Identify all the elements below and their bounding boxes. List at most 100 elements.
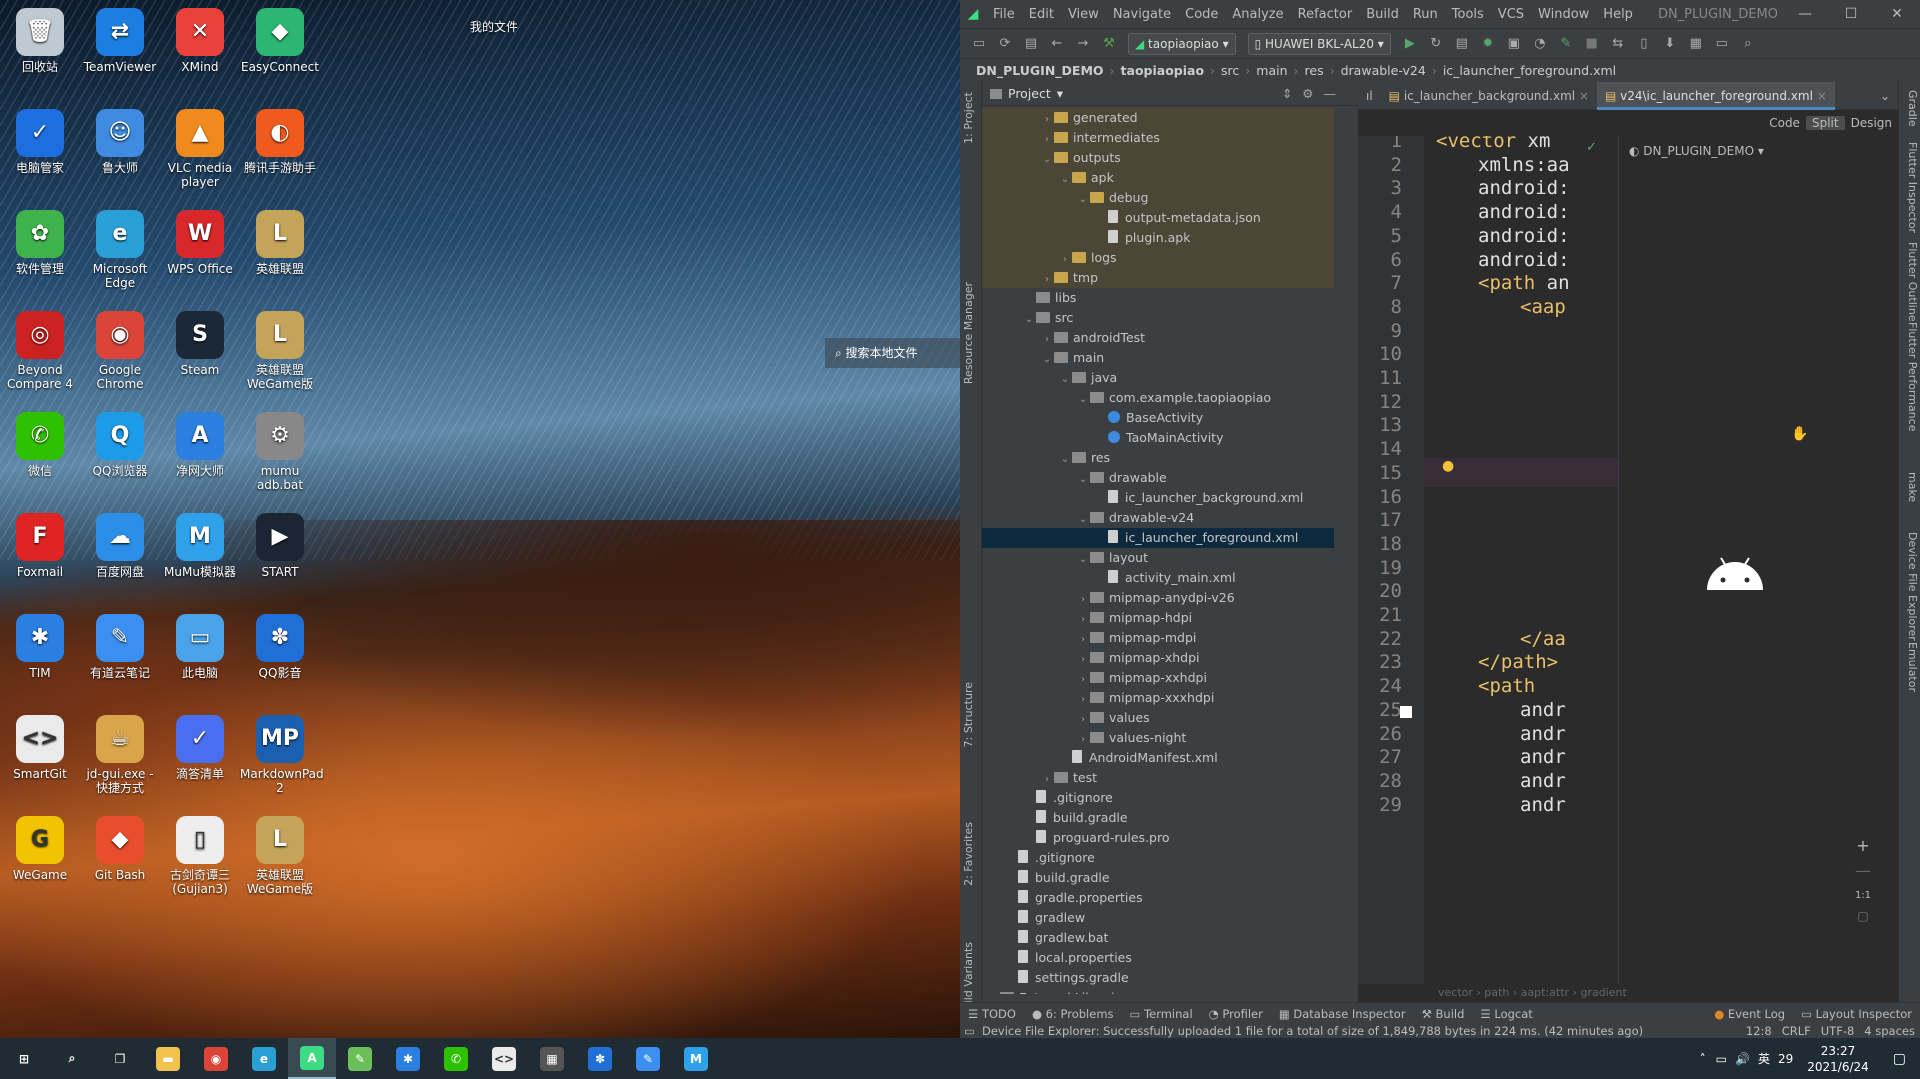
tree-node[interactable]: ⌄ debug — [982, 188, 1334, 208]
mode-code[interactable]: Code — [1763, 116, 1806, 130]
desktop-icon[interactable]: ▯ 古剑奇谭三(Gujian3) — [160, 816, 240, 896]
chevron-right-icon[interactable]: › — [1076, 690, 1090, 710]
breadcrumb-item[interactable]: drawable-v24 — [1337, 63, 1430, 78]
taskbar-start-button[interactable]: ⊞ — [0, 1038, 48, 1079]
forward-icon[interactable]: → — [1072, 33, 1094, 55]
preview-config-select[interactable]: ◐ DN_PLUGIN_DEMO ▾ — [1629, 144, 1764, 158]
tool-window-button[interactable]: ▭ Terminal — [1122, 1007, 1201, 1021]
menu-item[interactable]: Refactor — [1291, 7, 1360, 22]
maximize-button[interactable]: ☐ — [1828, 0, 1874, 28]
tree-node[interactable]: ⌄ layout — [982, 548, 1334, 568]
clock[interactable]: 23:27 2021/6/24 — [1797, 1043, 1879, 1075]
panel-options-icons[interactable]: ⇕⚙— — [1282, 86, 1346, 101]
desktop-icon[interactable]: ✽ QQ影音 — [240, 614, 320, 680]
search-everywhere-icon[interactable]: ⌕ — [1737, 33, 1759, 55]
tree-node[interactable]: ic_launcher_background.xml — [982, 488, 1334, 508]
tree-node[interactable]: › mipmap-xhdpi — [982, 648, 1334, 668]
breadcrumb-item[interactable]: taopiaopiao — [1117, 63, 1209, 78]
chevron-down-icon[interactable]: ▾ — [1057, 86, 1063, 101]
chevron-down-icon[interactable]: ⌄ — [1058, 450, 1072, 470]
taskbar-ide-button[interactable]: A — [288, 1038, 336, 1079]
tool-window-tab[interactable]: Flutter Outline — [1901, 242, 1919, 322]
tree-node[interactable]: › mipmap-xxxhdpi — [982, 688, 1334, 708]
menu-item[interactable]: File — [986, 7, 1022, 22]
tree-node[interactable]: › test — [982, 768, 1334, 788]
sync-icon[interactable]: ⟳ — [994, 33, 1016, 55]
tree-node[interactable]: AndroidManifest.xml — [982, 748, 1334, 768]
tool-window-tab[interactable]: Emulator — [1901, 642, 1919, 692]
chevron-down-icon[interactable]: ⌄ — [1076, 510, 1090, 530]
close-icon[interactable]: × — [1813, 89, 1827, 103]
zoom-out-button[interactable]: — — [1849, 861, 1877, 880]
chevron-right-icon[interactable]: › — [1076, 630, 1090, 650]
tool-window-tab[interactable]: Gradle — [1901, 90, 1919, 127]
close-button[interactable]: ✕ — [1874, 0, 1920, 28]
zoom-actual-size-button[interactable]: 1:1 — [1849, 890, 1877, 901]
status-indicator[interactable]: UTF-8 — [1816, 1024, 1860, 1038]
desktop-icon[interactable]: ✕ XMind — [160, 8, 240, 74]
desktop-icon[interactable]: ✎ 有道云笔记 — [80, 614, 160, 680]
desktop-icon[interactable]: Q QQ浏览器 — [80, 412, 160, 478]
status-message[interactable]: Device File Explorer: Successfully uploa… — [960, 1024, 1741, 1038]
chevron-down-icon[interactable]: ⌄ — [1076, 550, 1090, 570]
apply-code-icon[interactable]: ▤ — [1451, 33, 1473, 55]
taskbar-search-button[interactable]: ⌕ — [48, 1038, 96, 1079]
sdk-manager-icon[interactable]: ⬇ — [1659, 33, 1681, 55]
desktop-icon[interactable]: ▲ VLC media player — [160, 109, 240, 189]
desktop-icon[interactable]: ⇄ TeamViewer — [80, 8, 160, 74]
desktop-icon[interactable]: ☺ 鲁大师 — [80, 109, 160, 175]
tree-node[interactable]: gradlew — [982, 908, 1334, 928]
zoom-in-button[interactable]: + — [1849, 836, 1877, 855]
menu-item[interactable]: Window — [1531, 7, 1596, 22]
status-indicator[interactable]: 4 spaces — [1859, 1024, 1920, 1038]
editor-breadcrumb[interactable]: vector › path › aapt:attr › gradient — [1358, 984, 1898, 1002]
tree-node[interactable]: ⌄ src — [982, 308, 1334, 328]
back-icon[interactable]: ← — [1046, 33, 1068, 55]
tree-node[interactable]: libs — [982, 288, 1334, 308]
apply-changes-icon[interactable]: ↻ — [1425, 33, 1447, 55]
menu-item[interactable]: Run — [1406, 7, 1445, 22]
tree-node[interactable]: ic_launcher_foreground.xml — [982, 528, 1334, 548]
breadcrumb-item[interactable]: main — [1252, 63, 1291, 78]
desktop-icon[interactable]: G WeGame — [0, 816, 80, 882]
breadcrumb-item[interactable]: res — [1301, 63, 1328, 78]
desktop-icon[interactable]: ✱ TIM — [0, 614, 80, 680]
taskbar-tim-button[interactable]: ✱ — [384, 1038, 432, 1079]
menu-item[interactable]: Help — [1596, 7, 1640, 22]
taskbar-calculator-button[interactable]: ▦ — [528, 1038, 576, 1079]
tree-node[interactable]: › androidTest — [982, 328, 1334, 348]
tree-node[interactable]: › mipmap-xxhdpi — [982, 668, 1334, 688]
chevron-down-icon[interactable]: ⌄ — [1076, 190, 1090, 210]
tool-window-tab[interactable]: 1: Project — [962, 92, 980, 144]
tree-node[interactable]: gradle.properties — [982, 888, 1334, 908]
taskbar-edge-button[interactable]: e — [240, 1038, 288, 1079]
minimize-button[interactable]: — — [1782, 0, 1828, 28]
tree-node[interactable]: › logs — [982, 248, 1334, 268]
taskbar-qq-player-button[interactable]: ✽ — [576, 1038, 624, 1079]
debug-icon[interactable]: ✹ — [1477, 33, 1499, 55]
taskbar-wechat-button[interactable]: ✆ — [432, 1038, 480, 1079]
breadcrumb-item[interactable]: DN_PLUGIN_DEMO — [972, 63, 1108, 78]
menu-item[interactable]: Code — [1178, 7, 1225, 22]
tree-node[interactable]: ⌄ apk — [982, 168, 1334, 188]
tree-node[interactable]: ⌄ drawable — [982, 468, 1334, 488]
notification-icon[interactable]: ▢ — [1879, 1051, 1920, 1067]
menu-item[interactable]: Build — [1359, 7, 1406, 22]
breadcrumb-item[interactable]: ic_launcher_foreground.xml — [1439, 63, 1620, 78]
tree-node[interactable]: .gitignore — [982, 788, 1334, 808]
chevron-down-icon[interactable]: ⌄ — [1076, 390, 1090, 410]
tool-window-button[interactable]: ⚒ Build — [1414, 1007, 1473, 1021]
profile-icon[interactable]: ◔ — [1529, 33, 1551, 55]
mode-split[interactable]: Split — [1805, 116, 1845, 130]
desktop-icon[interactable]: 🗑 回收站 — [0, 8, 80, 74]
desktop-icon[interactable]: ▭ 此电脑 — [160, 614, 240, 680]
tree-node[interactable]: build.gradle — [982, 808, 1334, 828]
desktop-icon[interactable]: M MuMu模拟器 — [160, 513, 240, 579]
status-toggle-icon[interactable]: ▭ — [964, 1024, 975, 1038]
code-editor[interactable]: 1 2 3 4 5 6 7 8 9 10 11 12 13 14 15 16 17 18 19 20 21 22 23 24 2… — [1358, 136, 1618, 984]
taskbar-smartgit-button[interactable]: <> — [480, 1038, 528, 1079]
tree-node[interactable]: ⌄ outputs — [982, 148, 1334, 168]
desktop-icon[interactable]: S Steam — [160, 311, 240, 377]
desktop-icon[interactable]: ◎ Beyond Compare 4 — [0, 311, 80, 391]
temperature-badge[interactable]: 29 — [1774, 1052, 1797, 1066]
